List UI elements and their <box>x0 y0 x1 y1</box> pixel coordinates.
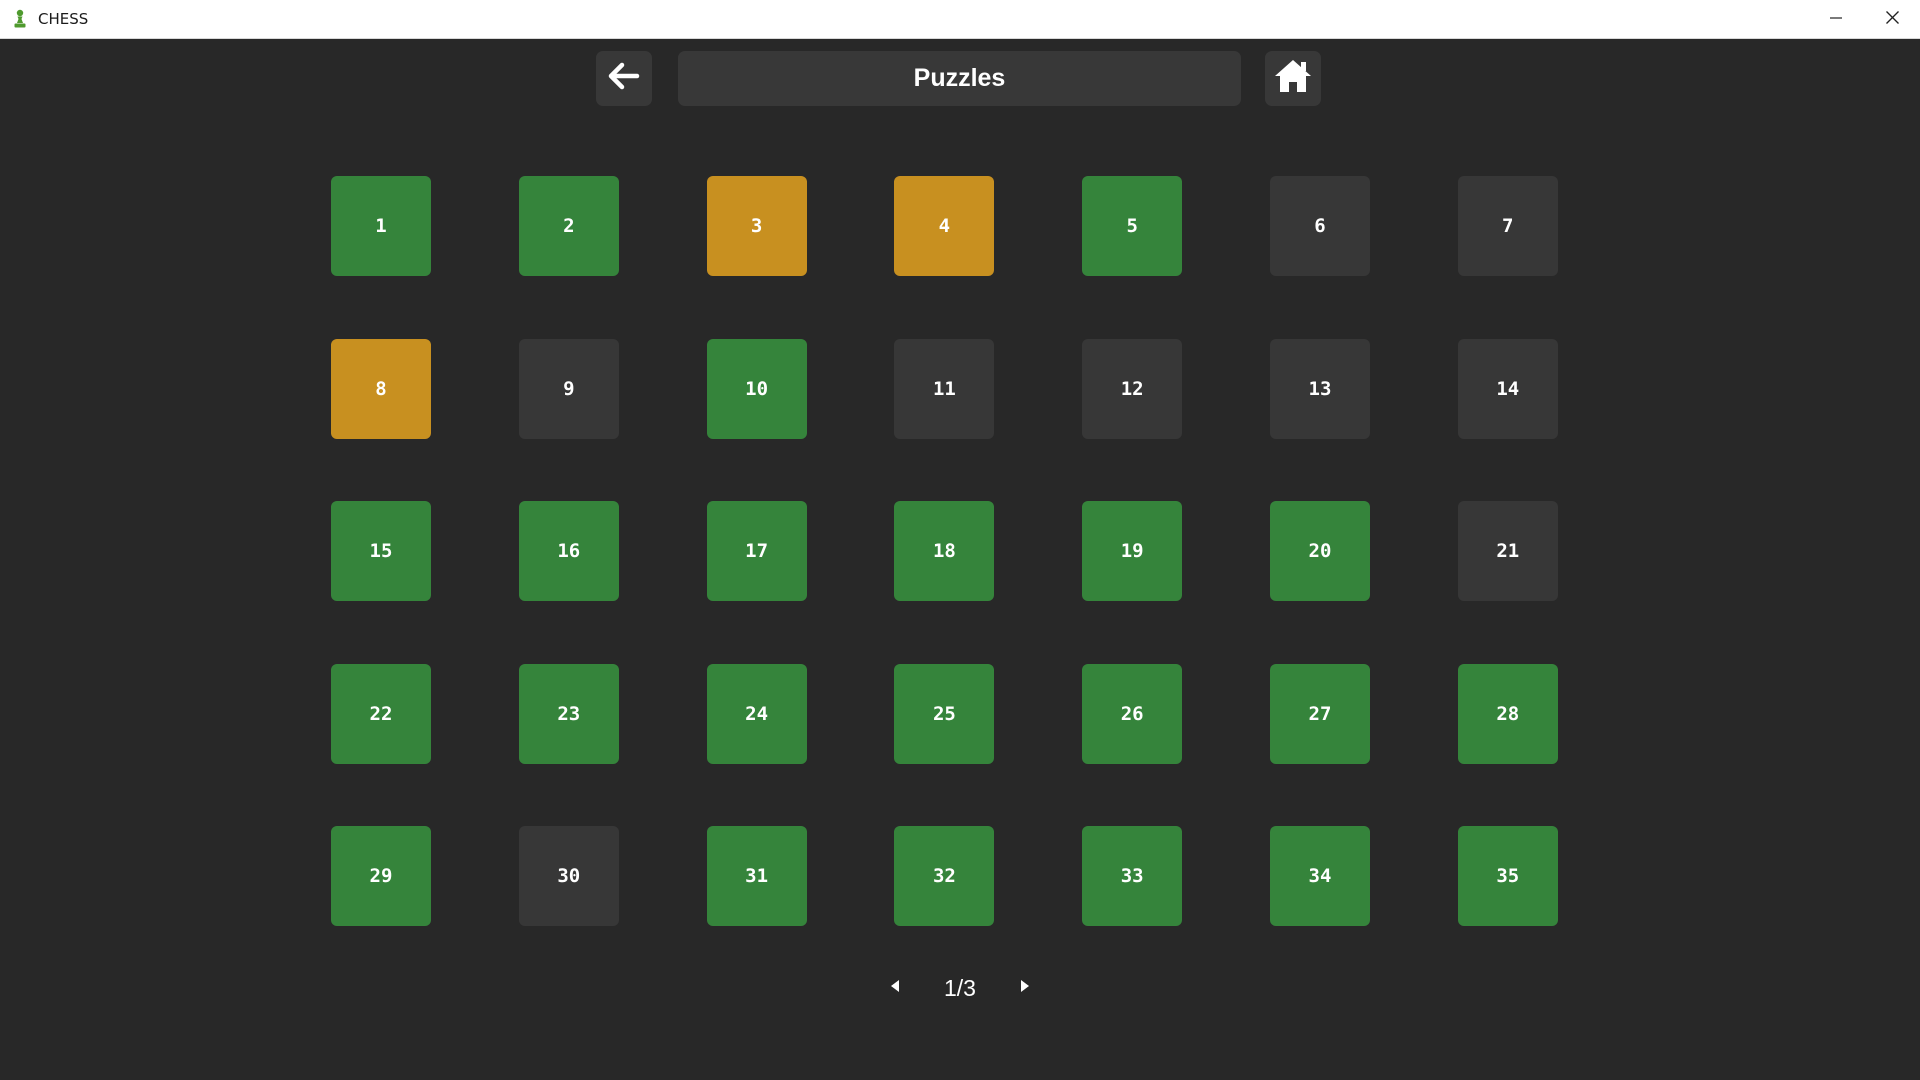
puzzle-tile[interactable]: 11 <box>894 338 995 439</box>
puzzle-tile[interactable]: 33 <box>1082 826 1183 926</box>
puzzle-tile[interactable]: 14 <box>1457 338 1558 439</box>
page-title: Puzzles <box>913 64 1006 92</box>
window-controls <box>1808 0 1920 39</box>
puzzle-tile[interactable]: 28 <box>1457 663 1558 764</box>
home-icon <box>1274 59 1312 98</box>
puzzle-grid: 1 2 3 4 5 6 7 8 9 10 11 12 13 14 15 16 17 18 19 20 21 22 23 24 2… <box>331 176 1558 926</box>
page-indicator: 1/3 <box>944 974 976 1001</box>
close-button[interactable] <box>1864 0 1920 39</box>
puzzle-tile[interactable]: 23 <box>518 663 619 764</box>
puzzle-tile[interactable]: 4 <box>894 176 995 276</box>
puzzle-tile[interactable]: 19 <box>1082 501 1183 601</box>
puzzle-tile[interactable]: 6 <box>1269 176 1370 276</box>
arrow-left-icon <box>608 62 640 95</box>
puzzle-tile[interactable]: 10 <box>706 338 807 439</box>
puzzle-tile[interactable]: 15 <box>331 501 431 601</box>
minimize-button[interactable] <box>1808 0 1864 39</box>
puzzle-tile[interactable]: 17 <box>706 501 807 601</box>
puzzle-tile[interactable]: 21 <box>1457 501 1558 601</box>
home-button[interactable] <box>1265 51 1321 106</box>
puzzle-tile[interactable]: 16 <box>518 501 619 601</box>
next-page-button[interactable] <box>1010 973 1040 1003</box>
chess-pawn-icon <box>12 8 28 30</box>
puzzle-tile[interactable]: 35 <box>1457 826 1558 926</box>
puzzle-tile[interactable]: 2 <box>518 176 619 276</box>
puzzle-tile[interactable]: 26 <box>1082 663 1183 764</box>
puzzle-tile[interactable]: 13 <box>1269 338 1370 439</box>
puzzle-tile[interactable]: 22 <box>331 663 431 764</box>
window-title: CHESS <box>38 10 89 28</box>
back-button[interactable] <box>596 51 652 106</box>
puzzle-tile[interactable]: 32 <box>894 826 995 926</box>
minimize-icon <box>1830 11 1842 29</box>
puzzle-tile[interactable]: 20 <box>1269 501 1370 601</box>
pagination: 1/3 <box>880 966 1040 1010</box>
prev-page-button[interactable] <box>880 973 910 1003</box>
puzzle-tile[interactable]: 34 <box>1269 826 1370 926</box>
header-title-bar: Puzzles <box>678 51 1241 106</box>
puzzle-tile[interactable]: 25 <box>894 663 995 764</box>
puzzle-tile[interactable]: 9 <box>518 338 619 439</box>
caret-right-icon <box>1020 979 1030 998</box>
puzzle-tile[interactable]: 12 <box>1082 338 1183 439</box>
puzzle-tile[interactable]: 24 <box>706 663 807 764</box>
caret-left-icon <box>890 979 900 998</box>
puzzle-tile[interactable]: 29 <box>331 826 431 926</box>
puzzle-tile[interactable]: 1 <box>331 176 431 276</box>
puzzle-tile[interactable]: 7 <box>1457 176 1558 276</box>
close-icon <box>1885 10 1899 29</box>
puzzle-tile[interactable]: 3 <box>706 176 807 276</box>
puzzle-tile[interactable]: 18 <box>894 501 995 601</box>
puzzle-tile[interactable]: 5 <box>1082 176 1183 276</box>
puzzle-tile[interactable]: 27 <box>1269 663 1370 764</box>
puzzle-tile[interactable]: 31 <box>706 826 807 926</box>
puzzle-tile[interactable]: 30 <box>518 826 619 926</box>
puzzle-tile[interactable]: 8 <box>331 338 431 439</box>
window-titlebar: CHESS <box>0 0 1920 39</box>
